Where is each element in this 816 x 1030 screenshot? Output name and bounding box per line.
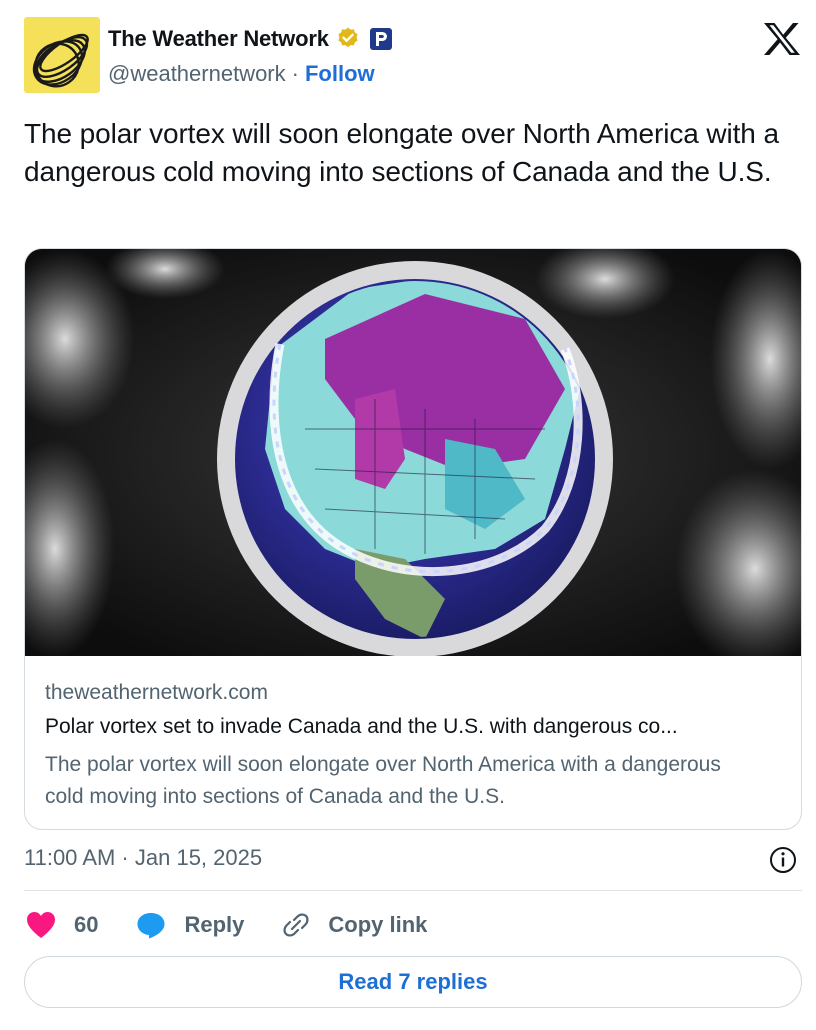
card-title[interactable]: Polar vortex set to invade Canada and th… [45,715,785,739]
reply-label: Reply [184,912,245,937]
weather-network-logo-icon [32,33,89,88]
card-image[interactable] [25,249,801,669]
handle[interactable]: @weathernetwork [108,61,286,87]
avatar[interactable] [24,17,100,93]
action-bar: 60 Reply Copy link [26,905,465,945]
x-logo-icon[interactable] [763,22,801,56]
handle-row: @weathernetwork · Follow [108,60,375,88]
info-icon[interactable] [768,845,798,875]
heart-icon [27,912,55,938]
read-replies-button[interactable]: Read 7 replies [24,956,802,1008]
card-description[interactable]: The polar vortex will soon elongate over… [45,749,765,813]
timestamp[interactable]: 11:00 AM · Jan 15, 2025 [24,845,262,871]
tweet-text: The polar vortex will soon elongate over… [24,118,779,187]
like-count: 60 [74,912,99,937]
speech-bubble-icon [137,913,165,939]
reply-button[interactable]: Reply [136,911,244,939]
copy-link-label: Copy link [328,912,428,937]
card-domain[interactable]: theweathernetwork.com [45,681,268,705]
name-row: The Weather Network [108,24,393,54]
verified-badge-icon [338,27,358,48]
polar-vortex-globe-image-icon [25,249,801,669]
copy-link-button[interactable]: Copy link [282,911,427,939]
separator: · [291,61,299,86]
affiliate-badge-icon [369,28,392,50]
like-button[interactable]: 60 [26,911,98,939]
link-card[interactable]: theweathernetwork.com Polar vortex set t… [24,248,802,830]
follow-button[interactable]: Follow [305,61,375,87]
display-name[interactable]: The Weather Network [108,26,329,52]
link-icon [283,913,309,937]
divider [24,890,802,891]
read-replies-label: Read 7 replies [338,969,488,994]
